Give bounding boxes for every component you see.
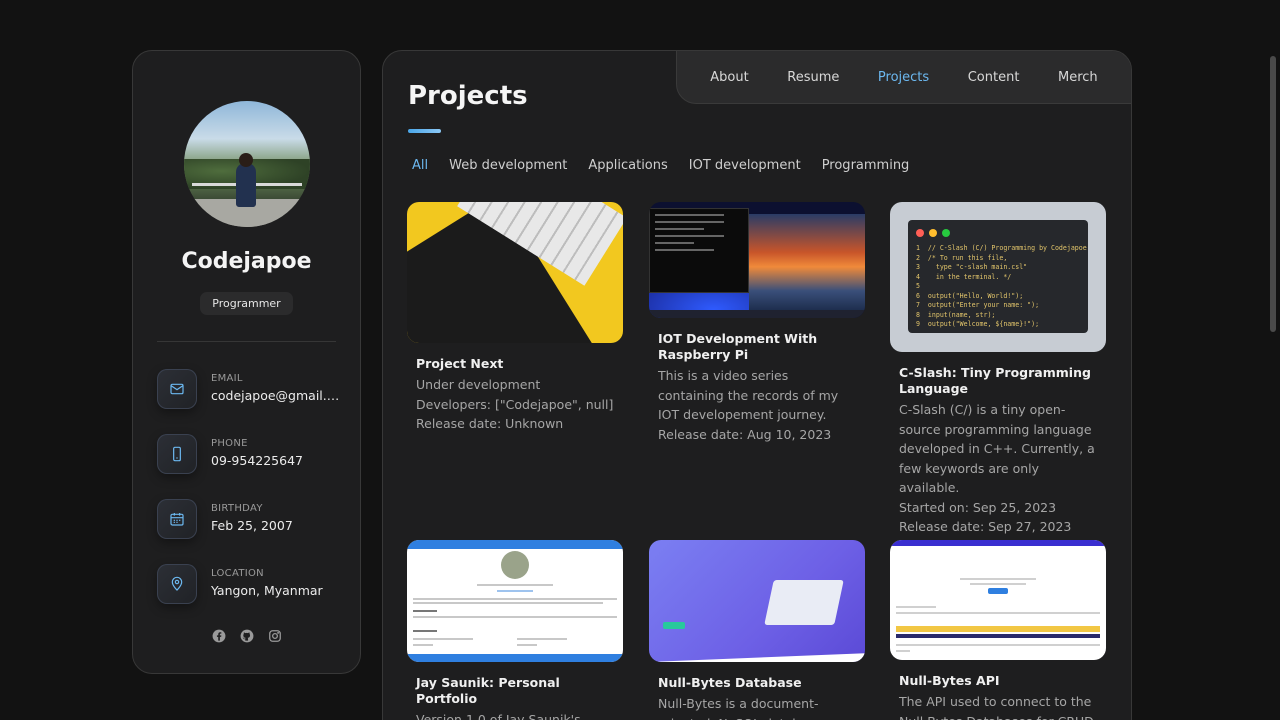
- project-thumbnail: [649, 202, 865, 318]
- contact-label: LOCATION: [211, 568, 264, 579]
- title-underline: [408, 129, 441, 133]
- birthday-value: Feb 25, 2007: [211, 518, 293, 533]
- project-description: C-Slash (C/) is a tiny open-source progr…: [899, 402, 1095, 534]
- project-description: Under development Developers: ["Codejapo…: [416, 377, 614, 431]
- top-navbar: About Resume Projects Content Merch: [676, 51, 1131, 104]
- project-card[interactable]: 1 // C-Slash (C/) Programming by Codejap…: [890, 202, 1106, 537]
- nav-projects[interactable]: Projects: [878, 70, 929, 85]
- mail-icon: [157, 369, 197, 409]
- page-scrollbar[interactable]: [1270, 56, 1276, 332]
- project-thumbnail: [407, 202, 623, 343]
- project-description: Null-Bytes is a document-oriented, NoSQL…: [658, 696, 826, 720]
- phone-link[interactable]: 09-954225647: [211, 453, 342, 468]
- nav-merch[interactable]: Merch: [1058, 70, 1098, 85]
- nav-about[interactable]: About: [710, 70, 748, 85]
- project-title: Project Next: [416, 356, 504, 371]
- filter-applications[interactable]: Applications: [588, 158, 667, 173]
- contact-phone: PHONE 09-954225647: [157, 434, 342, 474]
- project-title: IOT Development With Raspberry Pi: [658, 331, 818, 362]
- project-description: Version 1.0 of Jay Saunik's personal por…: [416, 712, 581, 720]
- social-links: [133, 629, 360, 643]
- phone-icon: [157, 434, 197, 474]
- filter-programming[interactable]: Programming: [822, 158, 910, 173]
- nav-resume[interactable]: Resume: [787, 70, 839, 85]
- project-thumbnail: [890, 540, 1106, 660]
- facebook-icon[interactable]: [212, 629, 226, 643]
- project-title: Null-Bytes Database: [658, 675, 802, 690]
- filter-tabs: All Web development Applications IOT dev…: [412, 158, 909, 173]
- code-snippet: 1 // C-Slash (C/) Programming by Codejap…: [916, 244, 1087, 328]
- nav-content[interactable]: Content: [968, 70, 1020, 85]
- project-thumbnail: [407, 540, 623, 662]
- project-card[interactable]: Null-Bytes API The API used to connect t…: [890, 540, 1106, 720]
- project-thumbnail: 1 // C-Slash (C/) Programming by Codejap…: [890, 202, 1106, 352]
- filter-web-development[interactable]: Web development: [449, 158, 567, 173]
- project-title: C-Slash: Tiny Programming Language: [899, 365, 1091, 396]
- avatar: [184, 101, 310, 227]
- contact-birthday: BIRTHDAY Feb 25, 2007: [157, 499, 342, 539]
- profile-sidebar: Codejapoe Programmer EMAIL codejapoe@gma…: [132, 50, 361, 674]
- contact-location: LOCATION Yangon, Myanmar: [157, 564, 342, 604]
- project-title: Jay Saunik: Personal Portfolio: [416, 675, 560, 706]
- project-card[interactable]: Jay Saunik: Personal Portfolio Version 1…: [407, 540, 623, 720]
- project-card[interactable]: Null-Bytes Database Null-Bytes is a docu…: [649, 540, 865, 720]
- instagram-icon[interactable]: [268, 629, 282, 643]
- project-title: Null-Bytes API: [899, 673, 1000, 688]
- filter-iot-development[interactable]: IOT development: [689, 158, 801, 173]
- profile-name: Codejapoe: [181, 249, 312, 274]
- contact-email: EMAIL codejapoe@gmail.c...: [157, 369, 342, 409]
- project-thumbnail: [649, 540, 865, 662]
- page-title: Projects: [408, 81, 528, 111]
- calendar-icon: [157, 499, 197, 539]
- filter-all[interactable]: All: [412, 158, 428, 173]
- project-description: This is a video series containing the re…: [658, 368, 839, 442]
- divider: [157, 341, 336, 342]
- contact-label: EMAIL: [211, 373, 243, 384]
- project-card[interactable]: Project Next Under development Developer…: [407, 202, 623, 434]
- projects-panel: About Resume Projects Content Merch Proj…: [382, 50, 1132, 720]
- contact-label: BIRTHDAY: [211, 503, 263, 514]
- github-icon[interactable]: [240, 629, 254, 643]
- email-link[interactable]: codejapoe@gmail.c...: [211, 388, 342, 403]
- role-badge: Programmer: [200, 292, 293, 315]
- project-card[interactable]: IOT Development With Raspberry Pi This i…: [649, 202, 865, 444]
- contact-label: PHONE: [211, 438, 248, 449]
- location-icon: [157, 564, 197, 604]
- project-description: The API used to connect to the Null-Byte…: [899, 694, 1094, 720]
- location-value: Yangon, Myanmar: [211, 583, 323, 598]
